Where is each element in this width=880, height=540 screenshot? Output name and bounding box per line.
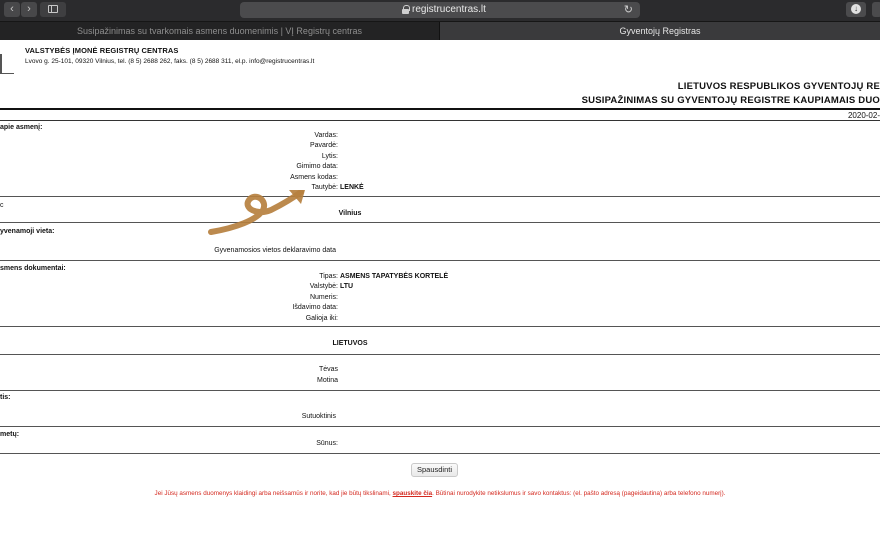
document-date: 2020-02- <box>847 111 880 120</box>
correction-link[interactable]: spauskite čia <box>393 490 433 497</box>
org-address: Lvovo g. 25-101, 09320 Vilnius, tel. (8 … <box>25 58 315 65</box>
section-divider <box>0 196 880 197</box>
address-bar[interactable]: registrucentras.lt ↻ <box>240 2 640 18</box>
place-value: Vilnius <box>338 210 362 217</box>
field-label-last-name: Pavardė: <box>309 142 338 149</box>
field-value-doc-country: LTU <box>340 283 354 290</box>
field-label-mother: Motina <box>316 377 338 384</box>
section-divider <box>0 326 880 327</box>
field-label-spouse: Sutuoktinis <box>301 413 336 420</box>
document-subtitle: SUSIPAŽINIMAS SU GYVENTOJŲ REGISTRE KAUP… <box>581 95 880 106</box>
header-rule <box>0 108 880 110</box>
section-marriage-title: tis: <box>0 394 11 401</box>
field-value-nationality: LENKĖ <box>340 184 364 191</box>
field-label-nationality: Tautybė: <box>311 184 338 191</box>
more-button[interactable] <box>872 2 880 17</box>
tab-gyventoju-registras[interactable]: Gyventojų Registras <box>440 22 880 40</box>
registry-logo <box>0 54 18 80</box>
lock-icon <box>402 5 410 14</box>
notice-text-before: Jei Jūsų asmens duomenys klaidingi arba … <box>154 490 393 497</box>
tab-rc-page[interactable]: Susipažinimas su tvarkomais asmens duome… <box>0 22 440 40</box>
section-divider <box>0 390 880 391</box>
section-place-title: c <box>0 202 4 209</box>
section-documents-title: smens dokumentai: <box>0 265 66 272</box>
org-name: VALSTYBĖS ĮMONĖ REGISTRŲ CENTRAS <box>25 46 179 55</box>
field-label-birth-date: Gimimo data: <box>296 163 338 170</box>
correction-notice: Jei Jūsų asmens duomenys klaidingi arba … <box>0 490 880 497</box>
section-children-title: metų: <box>0 431 20 438</box>
sidebar-toggle-button[interactable] <box>40 2 66 17</box>
document-title: LIETUVOS RESPUBLIKOS GYVENTOJŲ RE <box>677 81 880 92</box>
browser-toolbar: ‹ › registrucentras.lt ↻ ↓ <box>0 0 880 21</box>
field-label-residence-date: Gyvenamosios vietos deklaravimo data <box>214 247 336 254</box>
section-divider <box>0 222 880 223</box>
back-icon: ‹ <box>10 3 14 15</box>
field-label-doc-valid-until: Galioja iki: <box>305 315 338 322</box>
tab-bar: Susipažinimas su tvarkomais asmens duome… <box>0 21 880 40</box>
date-rule <box>0 120 880 121</box>
url-text: registrucentras.lt <box>412 4 486 15</box>
notice-text-after: . Būtinai nurodykite netikslumus ir savo… <box>432 490 726 497</box>
section-person-title: apie asmenį: <box>0 124 43 131</box>
curly-arrow-icon <box>208 190 305 235</box>
forward-icon: › <box>27 3 31 15</box>
download-icon: ↓ <box>851 4 861 14</box>
field-label-doc-country: Valstybė: <box>309 283 338 290</box>
section-divider <box>0 260 880 261</box>
field-value-doc-type: ASMENS TAPATYBĖS KORTELĖ <box>340 273 449 280</box>
section-divider <box>0 426 880 427</box>
field-label-gender: Lytis: <box>321 153 338 160</box>
field-label-doc-number: Numeris: <box>309 294 338 301</box>
back-button[interactable]: ‹ <box>4 2 20 17</box>
field-label-doc-type: Tipas: <box>319 273 338 280</box>
field-label-first-name: Vardas: <box>314 132 338 139</box>
print-button[interactable]: Spausdinti <box>411 463 458 477</box>
field-label-son: Sūnus: <box>316 440 338 447</box>
field-label-personal-code: Asmens kodas: <box>290 174 338 181</box>
sidebar-icon <box>48 5 58 13</box>
downloads-button[interactable]: ↓ <box>846 2 866 17</box>
citizenship-value: LIETUVOS <box>332 340 368 347</box>
section-divider <box>0 453 880 454</box>
field-label-doc-issue-date: Išdavimo data: <box>292 304 338 311</box>
forward-button[interactable]: › <box>21 2 37 17</box>
reload-icon[interactable]: ↻ <box>624 3 633 16</box>
field-label-father: Tėvas <box>318 366 338 373</box>
section-divider <box>0 354 880 355</box>
section-residence-title: yvenamoji vieta: <box>0 228 55 235</box>
page-content: VALSTYBĖS ĮMONĖ REGISTRŲ CENTRAS Lvovo g… <box>0 40 880 540</box>
